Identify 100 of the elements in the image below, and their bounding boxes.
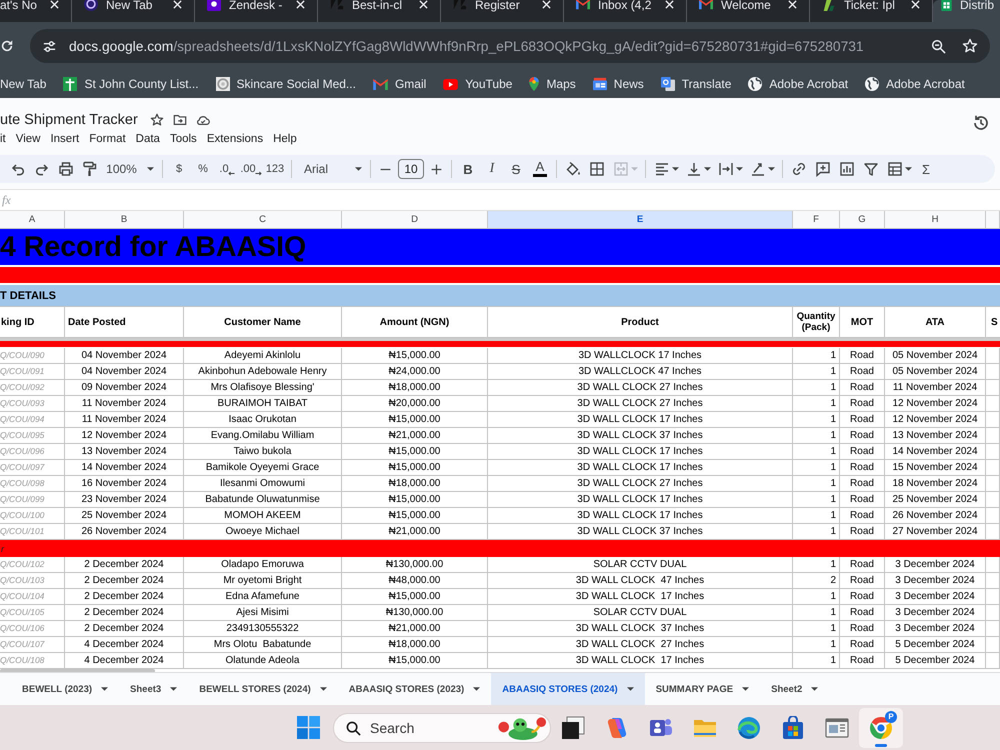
menu-item[interactable]: Tools — [170, 133, 197, 145]
table-cell: 2 December 2024 — [65, 621, 184, 637]
caret-icon[interactable] — [736, 167, 743, 171]
column-header[interactable]: H — [885, 211, 986, 229]
column-header[interactable]: D — [342, 211, 488, 229]
close-icon[interactable] — [911, 0, 920, 9]
column-header[interactable]: C — [184, 211, 342, 229]
font-dropdown[interactable]: Arial — [296, 157, 366, 181]
menu-item[interactable]: Extensions — [206, 133, 264, 145]
star-icon[interactable] — [150, 113, 164, 127]
print-icon[interactable] — [58, 161, 74, 177]
add-comment-icon[interactable] — [815, 161, 831, 177]
history-icon[interactable] — [972, 114, 990, 132]
column-header[interactable]: A — [0, 211, 65, 229]
format-button[interactable]: % — [191, 157, 215, 181]
bookmark[interactable]: Adobe Acrobat — [748, 77, 848, 91]
sheet-tab[interactable]: ABAASIQ STORES (2023) — [338, 673, 492, 705]
column-header[interactable]: G — [840, 211, 885, 229]
align-left-icon[interactable] — [654, 161, 670, 177]
sheet-tab[interactable]: SUMMARY PAGE — [644, 673, 760, 705]
address-field[interactable]: docs.google.com/spreadsheets/d/1LxsKNolZYfGag8WldWWhf9nRrp_ePL683OQkPGkg_gA/edit?gid=675280731#gid=675280731 — [30, 29, 990, 63]
close-icon[interactable] — [665, 0, 674, 9]
menu-item[interactable]: Data — [136, 133, 160, 145]
bookmark[interactable]: Adobe Acrobat — [865, 77, 965, 91]
sheet-tab[interactable]: ABAASIQ STORES (2024) — [491, 673, 645, 705]
table-cell: Road — [840, 492, 885, 508]
swirl-icon[interactable] — [605, 716, 629, 740]
menu-item[interactable]: Help — [273, 133, 297, 145]
reload-icon[interactable] — [0, 39, 14, 53]
caret-icon[interactable] — [905, 167, 912, 171]
cloud-icon[interactable] — [196, 113, 210, 127]
bookmark[interactable]: New Tab — [0, 77, 46, 91]
zoom-dropdown[interactable]: 100% — [102, 157, 158, 181]
table-cell: 3D WALL CLOCK 27 Inches — [488, 476, 793, 492]
sheet-tab[interactable]: BEWELL (2023) — [11, 673, 120, 705]
close-icon[interactable] — [788, 0, 797, 9]
bookmark[interactable]: News — [592, 77, 644, 91]
bookmark[interactable]: Gmail — [372, 77, 426, 91]
close-icon[interactable] — [296, 0, 305, 9]
menu-item[interactable]: Insert — [50, 133, 80, 145]
borders-icon[interactable] — [589, 161, 605, 177]
bookmark[interactable]: Skincare Social Med... — [216, 77, 356, 91]
menu-item[interactable]: it — [0, 133, 6, 145]
table-cell: ₦130,000.00 — [342, 557, 488, 573]
document-title[interactable]: ute Shipment Tracker — [0, 112, 138, 128]
scrollbar[interactable] — [0, 669, 155, 672]
close-icon[interactable] — [173, 0, 182, 9]
sheet-tab[interactable]: Sheet3 — [119, 673, 188, 705]
browser-tab[interactable]: Distrib — [933, 0, 1000, 22]
decrease-decimals-button[interactable]: .0 — [215, 157, 239, 181]
close-icon[interactable] — [50, 0, 59, 9]
taskbar-button[interactable]: P — [859, 708, 903, 748]
menu-item[interactable]: View — [16, 133, 40, 145]
table-cell: 3D WALL CLOCK 27 Inches — [488, 396, 793, 412]
bookmark[interactable]: St John County List... — [63, 77, 199, 91]
link-icon[interactable] — [791, 161, 807, 177]
sheet-tab[interactable]: BEWELL STORES (2024) — [188, 673, 338, 705]
bold-button[interactable]: B — [456, 157, 480, 181]
bookmark[interactable]: Maps — [529, 77, 576, 91]
bookmark[interactable]: YouTube — [443, 77, 512, 91]
bag-icon[interactable] — [781, 716, 805, 740]
table-cell: 3D WALL CLOCK 17 Inches — [488, 589, 793, 605]
paint-roller-icon[interactable] — [82, 161, 98, 177]
format-button[interactable]: $ — [167, 157, 191, 181]
strikethrough-button[interactable]: S — [504, 157, 528, 181]
caret-icon[interactable] — [768, 167, 775, 171]
zoom-icon[interactable] — [931, 38, 946, 54]
folder-icon[interactable] — [172, 113, 187, 127]
table-icon[interactable] — [887, 161, 903, 177]
column-header[interactable]: F — [793, 211, 840, 229]
filter-icon[interactable] — [863, 161, 879, 177]
italic-button[interactable]: I — [480, 157, 504, 181]
text-color-button[interactable]: A — [528, 157, 552, 181]
plus-icon[interactable] — [430, 162, 443, 176]
text-rotation-icon[interactable] — [750, 161, 766, 177]
close-icon[interactable] — [419, 0, 428, 9]
tune-icon[interactable] — [42, 38, 57, 54]
close-icon[interactable] — [542, 0, 551, 9]
column-header[interactable]: E — [488, 211, 793, 229]
column-header[interactable]: B — [65, 211, 184, 229]
window-icon[interactable] — [825, 716, 849, 740]
caret-icon[interactable] — [704, 167, 711, 171]
bookmark[interactable]: Translate — [660, 77, 732, 91]
paint-bucket-icon[interactable] — [565, 161, 581, 177]
chart-icon[interactable] — [839, 161, 855, 177]
text-wrap-icon[interactable] — [718, 161, 734, 177]
menu-item[interactable]: Format — [89, 133, 126, 145]
four-squares-icon[interactable] — [297, 716, 320, 739]
font-size-field[interactable]: 10 — [398, 159, 424, 179]
squares-icon[interactable] — [561, 716, 585, 740]
wave-icon[interactable] — [737, 716, 761, 740]
increase-decimals-button[interactable]: .00 — [239, 157, 263, 181]
format-button[interactable]: 123 — [263, 157, 287, 181]
functions-button[interactable]: Σ — [915, 157, 937, 181]
sheet-tab[interactable]: Sheet2 — [760, 673, 830, 705]
caret-icon[interactable] — [672, 167, 679, 171]
table-cell: 3 December 2024 — [885, 621, 986, 637]
align-bottom-icon[interactable] — [686, 161, 702, 177]
table-cell: 1 — [793, 508, 840, 524]
search-field[interactable]: Search — [333, 712, 551, 742]
